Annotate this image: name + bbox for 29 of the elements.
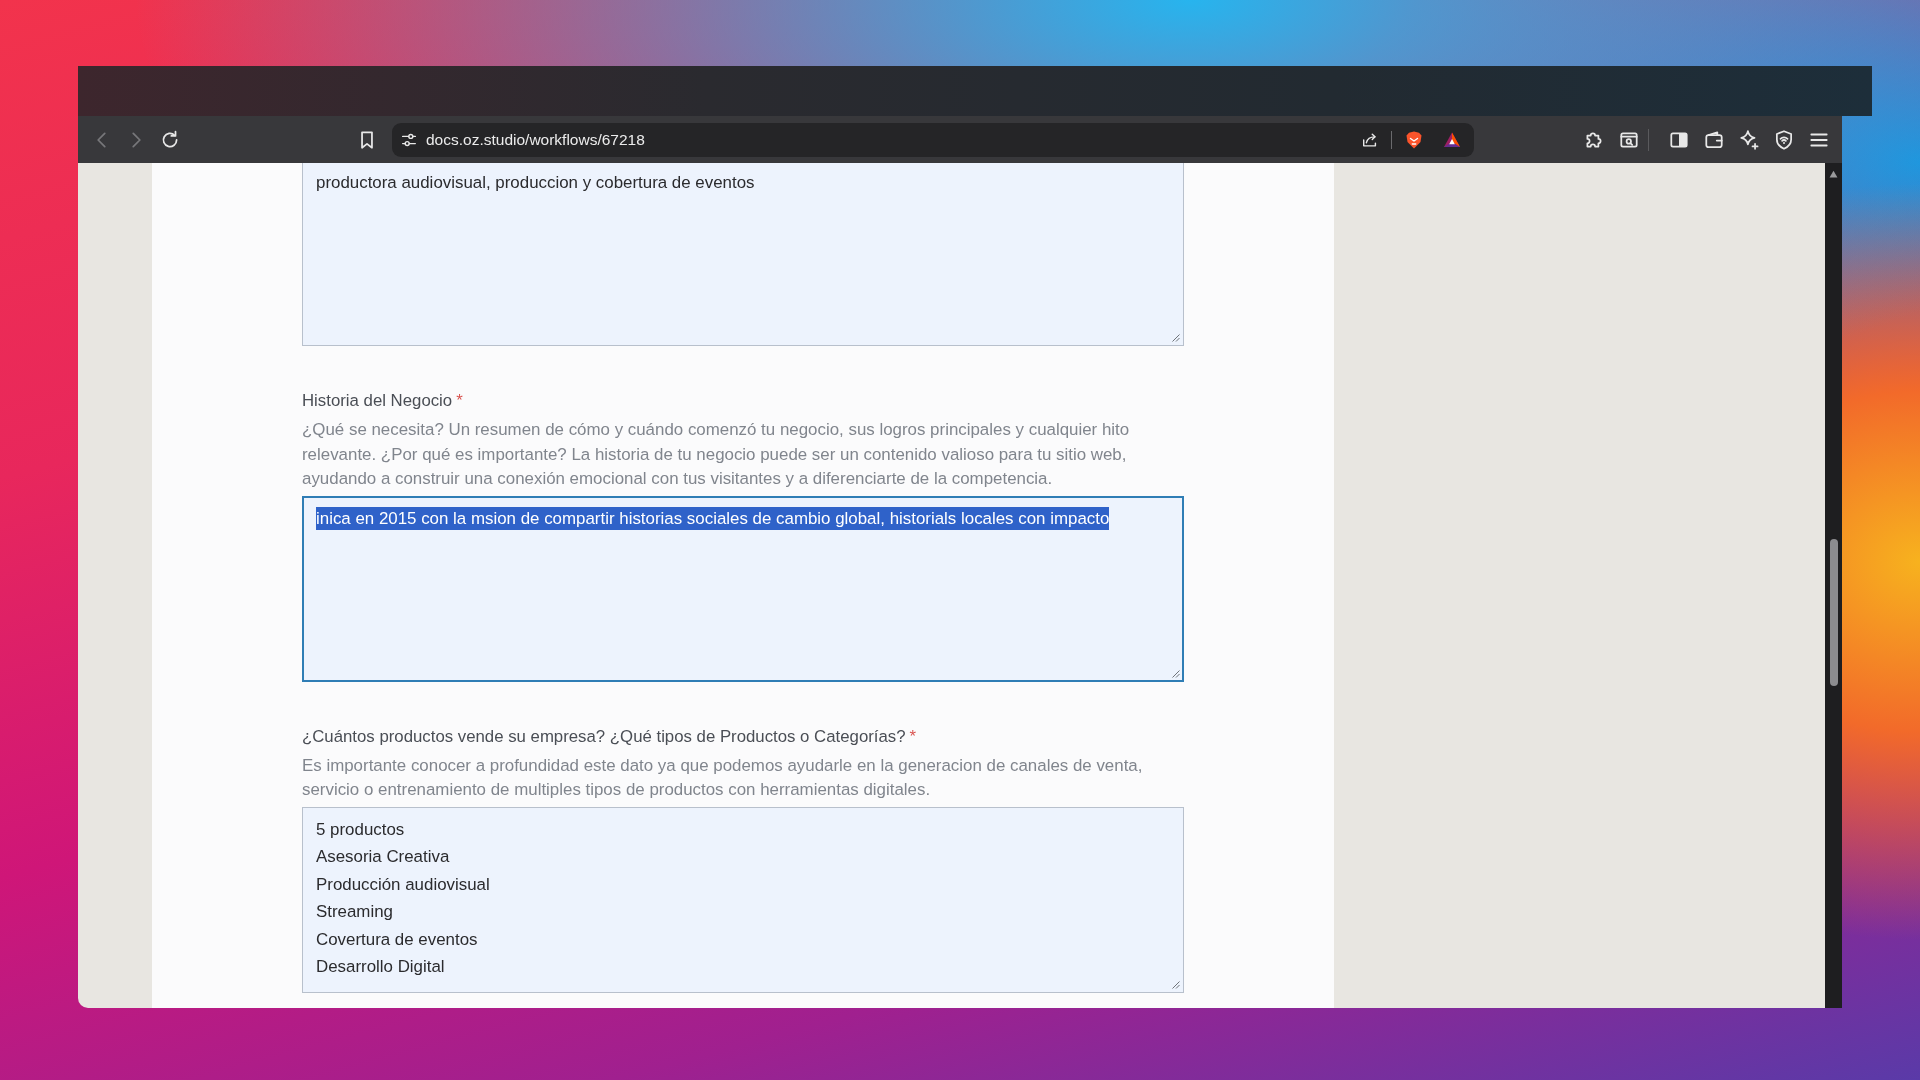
text-area[interactable]: 5 productos Asesoria Creativa Producción audiovisual Streaming Covertura de eventos Desarrollo Digital <box>302 806 1184 993</box>
field-value: Producción audiovisual <box>316 874 490 894</box>
field-value: Streaming <box>316 902 393 921</box>
lion-shield-icon[interactable] <box>1404 129 1424 150</box>
field-value: 5 productos <box>316 819 405 839</box>
field-value: productora audiovisual, produccion y cobertura de eventos <box>316 173 755 192</box>
resize-handle-icon[interactable] <box>1172 334 1180 342</box>
text-area[interactable]: productora audiovisual, produccion y cobertura de eventos <box>302 163 1184 346</box>
selected-text: inica en 2015 con la msion de compartir historias sociales de cambio global, historials locales con impacto <box>316 506 1110 530</box>
shield-icon[interactable] <box>1773 128 1795 151</box>
text-area[interactable]: inica en 2015 con la msion de compartir historias sociales de cambio global, historials locales con impacto <box>302 495 1184 682</box>
resize-handle-icon[interactable] <box>1172 669 1180 678</box>
resize-handle-icon[interactable] <box>1172 980 1180 989</box>
wallet-icon[interactable] <box>1703 128 1725 151</box>
field-label: ¿Cuántos productos vende su empresa? ¿Qué tipos de Productos o Categorías? <box>302 726 906 746</box>
field-value: Desarrollo Digital <box>316 957 445 976</box>
address-bar[interactable]: docs.oz.studio/workflows/67218 <box>392 122 1474 157</box>
scrollbar-thumb[interactable] <box>1829 539 1838 686</box>
required-mark: * <box>909 726 917 746</box>
field-description: ¿Qué se necesita? Un resumen de cómo y cuándo comenzó tu negocio, sus logros principales y cualquier hito relevante. ¿Por qué es importante? La historia de tu negocio puede ser un contenido valioso para tu sitio web, ayudando a construir una conexión emocional con tus visitantes y a diferenciarte de la competencia. <box>302 419 1131 490</box>
field-value: Covertura de eventos <box>316 929 478 949</box>
scrollbar[interactable] <box>1825 163 1842 1008</box>
field-value: Asesoria Creativa <box>316 847 450 866</box>
required-mark: * <box>456 391 463 410</box>
share-icon[interactable] <box>1361 130 1379 149</box>
field-label: Historia del Negocio <box>302 391 453 410</box>
sparkle-icon[interactable] <box>1738 128 1760 151</box>
field-description: Es importante conocer a profundidad este dato ya que podemos ayudarle en la generacion de canales de venta, servicio o entrenamiento de multiples tipos de productos con herramientas digitales. <box>302 754 1144 801</box>
scroll-up-icon[interactable] <box>1829 170 1838 178</box>
